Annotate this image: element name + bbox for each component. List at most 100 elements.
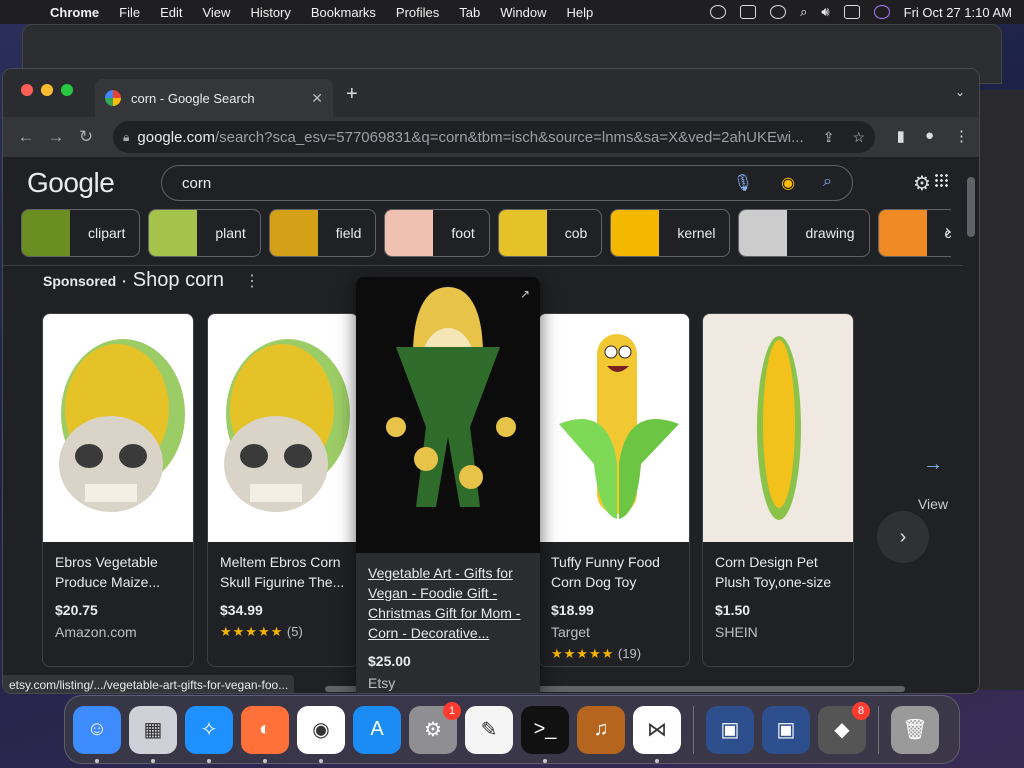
- side-panel-icon[interactable]: ▮: [897, 127, 905, 145]
- app-store-icon[interactable]: A: [353, 705, 401, 754]
- forward-button[interactable]: →: [41, 127, 71, 147]
- product-name[interactable]: Ebros Vegetable Produce Maize...: [55, 552, 181, 592]
- share-icon[interactable]: ⇪: [823, 129, 835, 146]
- product-name[interactable]: Meltem Ebros Corn Skull Figurine The...: [220, 552, 346, 592]
- menu-history[interactable]: History: [240, 5, 300, 20]
- finder-icon[interactable]: ☺: [73, 705, 121, 763]
- product-image-corn-skull[interactable]: [208, 314, 358, 542]
- google-apps-icon[interactable]: [934, 173, 948, 187]
- zoom-window-button[interactable]: [61, 84, 73, 96]
- racing-game-icon[interactable]: ◆ 8: [818, 701, 870, 754]
- product-image-corn-dog-toy[interactable]: [539, 314, 689, 542]
- search-icon[interactable]: ⌕: [823, 173, 832, 193]
- chip-cob[interactable]: cob: [497, 209, 603, 257]
- product-image-corn-plush[interactable]: [703, 314, 853, 542]
- product-card[interactable]: Tuffy Funny Food Corn Dog Toy $18.99 Tar…: [538, 313, 690, 667]
- menu-tab[interactable]: Tab: [449, 5, 490, 20]
- product-name[interactable]: Corn Design Pet Plush Toy,one-size: [715, 552, 841, 592]
- product-image-vegetable-art[interactable]: [356, 277, 540, 553]
- running-indicator: [263, 758, 267, 763]
- chrome-icon[interactable]: ◉: [297, 705, 345, 763]
- product-image-corn-skull[interactable]: [43, 314, 193, 542]
- running-indicator: [151, 758, 155, 763]
- reload-button[interactable]: ↻: [71, 127, 101, 147]
- bookmark-star-icon[interactable]: ☆: [852, 129, 865, 146]
- window-controls: [21, 84, 73, 96]
- menu-view[interactable]: View: [192, 5, 240, 20]
- minimize-window-button[interactable]: [41, 84, 53, 96]
- back-button[interactable]: ←: [11, 127, 41, 147]
- chip-plant[interactable]: plant: [148, 209, 261, 257]
- lock-icon[interactable]: 🔒︎: [123, 130, 129, 145]
- chip-drawing[interactable]: drawing: [738, 209, 870, 257]
- textedit-icon[interactable]: ✎: [465, 705, 513, 754]
- airdrop-icon[interactable]: [770, 5, 787, 19]
- vertical-scrollbar[interactable]: [963, 157, 979, 693]
- carousel-next-button[interactable]: ›: [877, 511, 929, 563]
- product-info: Vegetable Art - Gifts for Vegan - Foodie…: [356, 553, 540, 693]
- menu-app-chrome[interactable]: Chrome: [40, 5, 109, 20]
- search-input[interactable]: corn 🎙︎ ◉ ⌕: [161, 165, 853, 201]
- tab-google-search[interactable]: corn - Google Search ✕: [95, 79, 333, 117]
- new-tab-button[interactable]: +: [346, 83, 358, 106]
- screen-mirroring-icon[interactable]: [740, 5, 757, 19]
- safari-icon[interactable]: ✧: [185, 705, 233, 763]
- menu-window[interactable]: Window: [490, 5, 556, 20]
- menu-edit[interactable]: Edit: [150, 5, 192, 20]
- view-all-link[interactable]: → View: [903, 453, 963, 512]
- vscode-icon[interactable]: ⋈: [633, 705, 681, 763]
- google-lens-icon[interactable]: ◉: [781, 173, 795, 193]
- menu-profiles[interactable]: Profiles: [386, 5, 449, 20]
- product-name[interactable]: Tuffy Funny Food Corn Dog Toy: [551, 552, 677, 592]
- product-card[interactable]: Ebros Vegetable Produce Maize... $20.75 …: [42, 313, 194, 667]
- launchpad-icon[interactable]: ▦: [129, 705, 177, 763]
- view-all-label: View: [917, 496, 949, 512]
- siri-icon[interactable]: [873, 5, 890, 19]
- dock: ☺ ▦ ✧ ◐ ◉ A ⚙ 1 ✎ >_ ♫ ⋈ ▣ ▣ ◆ 8 🗑︎: [64, 695, 960, 764]
- google-logo[interactable]: Google: [27, 167, 115, 199]
- chip-kernel[interactable]: kernel: [610, 209, 731, 257]
- address-bar[interactable]: 🔒︎ google.com /search?sca_esv=577069831&…: [113, 121, 875, 153]
- more-options-icon[interactable]: ⋮: [244, 271, 260, 291]
- product-card[interactable]: Corn Design Pet Plush Toy,one-size $1.50…: [702, 313, 854, 667]
- creative-cloud-icon[interactable]: [710, 5, 727, 19]
- menu-file[interactable]: File: [109, 5, 150, 20]
- product-name-link[interactable]: Vegetable Art - Gifts for Vegan - Foodie…: [368, 563, 528, 643]
- system-settings-icon[interactable]: ⚙ 1: [409, 701, 461, 754]
- settings-gear-icon[interactable]: ⚙: [913, 171, 931, 196]
- volume-icon[interactable]: 🔊︎: [821, 4, 829, 20]
- chrome-menu-icon[interactable]: ⋮: [954, 127, 969, 145]
- menubar-clock[interactable]: Fri Oct 27 1:10 AM: [904, 5, 1012, 20]
- trash-icon[interactable]: 🗑︎: [891, 705, 939, 754]
- profile-icon[interactable]: ●: [925, 127, 934, 145]
- star-rating-icon: ★★★★★: [551, 646, 615, 661]
- chip-label: foot: [451, 225, 475, 241]
- open-external-icon[interactable]: ↗: [520, 287, 530, 301]
- tab-search-chevron-icon[interactable]: ⌄: [955, 85, 965, 99]
- terminal-icon[interactable]: >_: [521, 705, 569, 763]
- menu-bookmarks[interactable]: Bookmarks: [301, 5, 386, 20]
- scrollbar-thumb[interactable]: [967, 177, 975, 237]
- spotlight-search-icon[interactable]: ⌕: [800, 4, 807, 20]
- chip-candy-corn[interactable]: ca: [877, 209, 951, 257]
- product-card-hovered[interactable]: ↗ Vegetable Art - Gifts for Vegan - Food…: [356, 277, 540, 693]
- virtualbox-vm-icon[interactable]: ▣: [762, 705, 810, 754]
- product-price: $20.75: [55, 602, 98, 618]
- menu-help[interactable]: Help: [557, 5, 604, 20]
- chips-next-chevron-icon[interactable]: ›: [945, 221, 951, 242]
- virtualbox-icon[interactable]: ▣: [706, 705, 754, 754]
- product-price: $18.99: [551, 602, 594, 618]
- chip-clipart[interactable]: clipart: [21, 209, 141, 257]
- chip-field[interactable]: field: [268, 209, 377, 257]
- chip-foot[interactable]: foot: [384, 209, 490, 257]
- firefox-icon[interactable]: ◐: [241, 705, 289, 763]
- shop-title: Shop corn: [132, 269, 224, 291]
- voice-search-icon[interactable]: 🎙︎: [733, 173, 753, 193]
- close-window-button[interactable]: [21, 84, 33, 96]
- close-tab-icon[interactable]: ✕: [311, 90, 323, 107]
- chip-thumbnail: [22, 210, 70, 256]
- garageband-icon[interactable]: ♫: [577, 705, 625, 754]
- control-center-icon[interactable]: [843, 5, 860, 19]
- product-card[interactable]: Meltem Ebros Corn Skull Figurine The... …: [207, 313, 359, 667]
- product-rating: ★★★★★ (19): [551, 646, 677, 662]
